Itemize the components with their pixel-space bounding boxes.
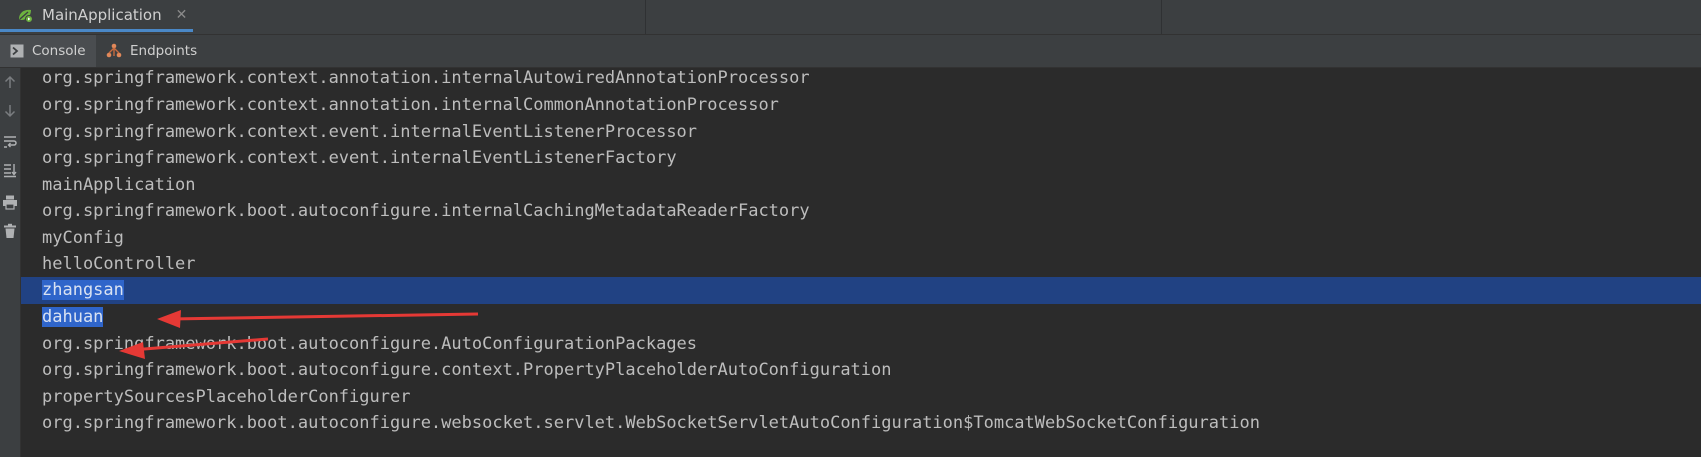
tab-divider xyxy=(1161,0,1162,34)
console-line: myConfig xyxy=(42,228,124,248)
console-side-toolbar xyxy=(0,68,21,457)
print-icon[interactable] xyxy=(2,194,18,210)
console-output[interactable]: org.springframework.context.annotation.i… xyxy=(21,68,1701,457)
console-line: helloController xyxy=(42,254,196,274)
console-line: org.springframework.context.annotation.i… xyxy=(42,95,779,115)
console-line: org.springframework.boot.autoconfigure.A… xyxy=(42,334,698,354)
console-line: org.springframework.context.event.intern… xyxy=(42,148,677,168)
console-line: org.springframework.context.event.intern… xyxy=(42,122,698,142)
scroll-to-end-icon[interactable] xyxy=(2,162,18,178)
tab-endpoints[interactable]: Endpoints xyxy=(96,35,207,67)
spring-boot-run-icon xyxy=(19,9,33,23)
run-tab-bar: MainApplication ✕ xyxy=(0,0,1701,35)
console-icon xyxy=(10,44,24,58)
console-line: org.springframework.boot.autoconfigure.i… xyxy=(42,201,810,221)
console-line: org.springframework.boot.autoconfigure.c… xyxy=(42,360,892,380)
close-icon[interactable]: ✕ xyxy=(176,7,188,23)
scroll-up-icon[interactable] xyxy=(2,74,18,90)
run-tab-mainapplication[interactable]: MainApplication ✕ xyxy=(0,0,193,32)
trash-icon[interactable] xyxy=(2,223,18,239)
scroll-down-icon[interactable] xyxy=(2,103,18,119)
endpoints-icon xyxy=(106,43,122,58)
console-line-highlighted: zhangsan xyxy=(21,277,1701,304)
run-tab-label: MainApplication xyxy=(42,5,162,24)
console-line: org.springframework.boot.autoconfigure.w… xyxy=(42,413,1260,433)
console-line: mainApplication xyxy=(42,175,196,195)
tab-divider xyxy=(645,0,646,34)
console-line: propertySourcesPlaceholderConfigurer xyxy=(42,387,411,407)
tab-endpoints-label: Endpoints xyxy=(130,43,198,59)
tab-console[interactable]: Console xyxy=(0,35,96,67)
tool-window-toolbar: Console Endpoints xyxy=(0,35,1701,68)
selected-text: dahuan xyxy=(42,307,104,327)
soft-wrap-icon[interactable] xyxy=(2,134,18,150)
tab-console-label: Console xyxy=(32,43,86,59)
console-line-selected: dahuan xyxy=(21,303,1701,332)
selected-text: zhangsan xyxy=(42,280,124,300)
console-line: org.springframework.context.annotation.i… xyxy=(42,68,810,88)
